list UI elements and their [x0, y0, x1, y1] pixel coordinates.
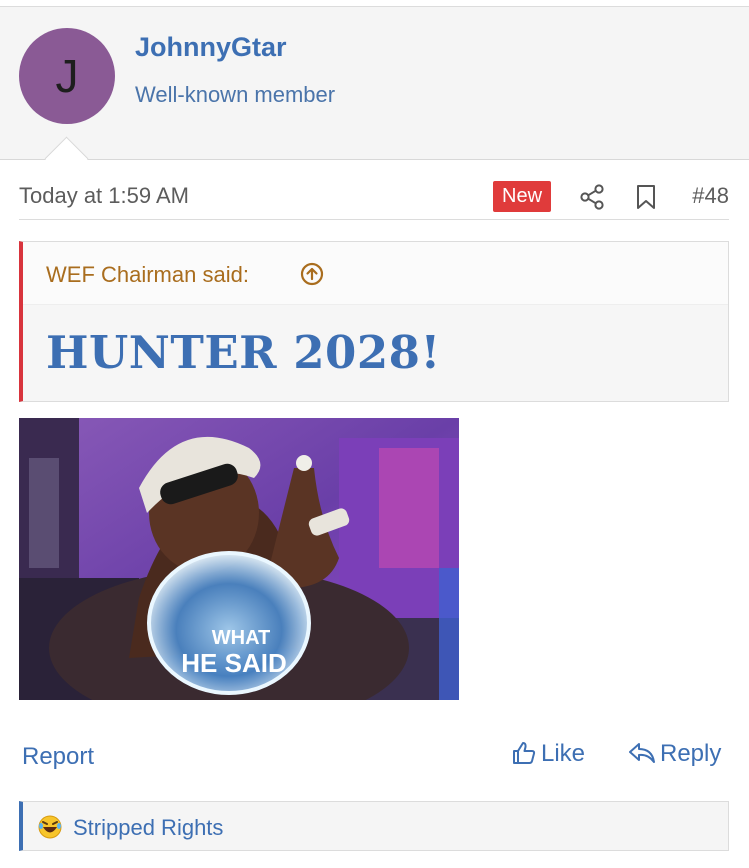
username-link[interactable]: JohnnyGtar [135, 32, 287, 63]
reaction-gif[interactable]: WHAT HE SAID [19, 418, 459, 700]
quote-block: WEF Chairman said: HUNTER 2028! [19, 241, 729, 402]
gif-caption-bottom: HE SAID [181, 648, 286, 678]
report-link[interactable]: Report [22, 743, 94, 771]
reactions-bar: Stripped Rights [19, 801, 729, 851]
like-button[interactable]: Like [511, 740, 585, 774]
quote-text: HUNTER 2028! [46, 326, 441, 379]
gif-caption-top: WHAT [212, 627, 271, 649]
arrow-up-circle-icon[interactable] [300, 262, 324, 286]
reply-label: Reply [660, 740, 722, 767]
post-timestamp[interactable]: Today at 1:59 AM [19, 183, 189, 209]
quote-header: WEF Chairman said: [23, 242, 728, 305]
bookmark-icon[interactable] [635, 184, 657, 210]
avatar[interactable]: J [19, 28, 115, 124]
post-meta: Today at 1:59 AM New #48 [19, 176, 729, 220]
like-label: Like [541, 740, 586, 767]
user-header: J JohnnyGtar Well-known member [0, 6, 749, 160]
share-icon[interactable] [579, 184, 605, 210]
user-title: Well-known member [135, 82, 336, 107]
new-badge: New [493, 181, 552, 212]
laughing-emoji-icon [38, 815, 62, 839]
gif-image: WHAT HE SAID [19, 418, 459, 700]
reaction-users-link[interactable]: Stripped Rights [73, 815, 223, 841]
reply-arrow-icon [629, 743, 655, 763]
reply-button[interactable]: Reply [628, 740, 721, 774]
quote-author[interactable]: WEF Chairman said: [46, 262, 249, 288]
post-number-link[interactable]: #48 [692, 183, 729, 209]
thumbs-up-icon [513, 742, 536, 764]
